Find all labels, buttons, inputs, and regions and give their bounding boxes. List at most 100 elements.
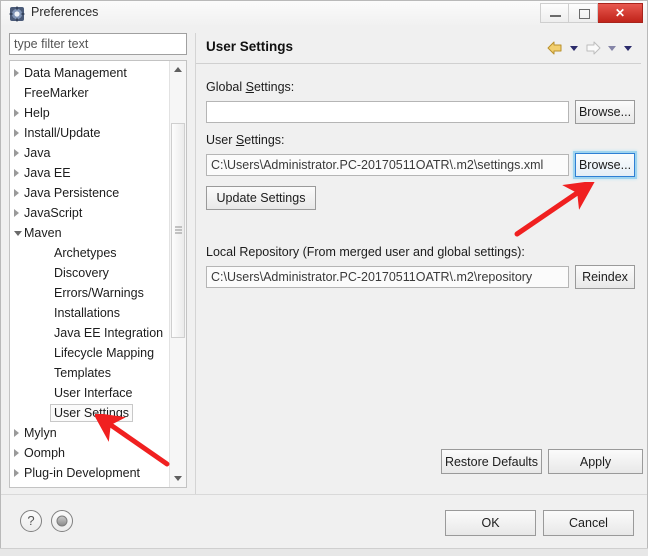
- user-settings-label: User Settings:: [206, 133, 285, 147]
- scroll-down-arrow-icon[interactable]: [170, 470, 186, 487]
- tree-collapsed-arrow-icon[interactable]: [14, 149, 19, 157]
- forward-arrow-icon: [583, 40, 603, 56]
- close-button[interactable]: ✕: [598, 3, 643, 23]
- title-bar: Preferences ✕: [1, 1, 647, 27]
- tree-item-label: Maven: [24, 226, 62, 240]
- tree-collapsed-arrow-icon[interactable]: [14, 189, 19, 197]
- preferences-gear-icon: [9, 6, 25, 22]
- tree-item-user-settings[interactable]: User Settings: [10, 403, 168, 423]
- tree-item-label: Java EE Integration: [54, 326, 164, 340]
- tree-item-help[interactable]: Help: [10, 103, 168, 123]
- preferences-dialog-screen: Preferences ✕ Data Management FreeMarker: [0, 0, 648, 556]
- local-repository-label: Local Repository (From merged user and g…: [206, 245, 525, 259]
- settings-panel: User Settings Global Settings: Browse...…: [195, 33, 643, 511]
- filter-input[interactable]: [9, 33, 187, 55]
- back-history-chevron-down-icon[interactable]: [567, 40, 581, 56]
- tree-item-label: Install/Update: [24, 126, 101, 140]
- panel-header: User Settings: [196, 33, 641, 64]
- global-settings-input[interactable]: [206, 101, 569, 123]
- tree-item-label: FreeMarker: [24, 86, 89, 100]
- tree-item-lifecycle-mapping[interactable]: Lifecycle Mapping: [10, 343, 168, 363]
- tree-item-label: Help: [24, 106, 50, 120]
- tree-collapsed-arrow-icon[interactable]: [14, 449, 19, 457]
- tree-item-label: Archetypes: [54, 246, 117, 260]
- tree-item-label: Discovery: [54, 266, 109, 280]
- tree-item-oomph[interactable]: Oomph: [10, 443, 168, 463]
- local-repository-input[interactable]: [206, 266, 569, 288]
- tree-item-templates[interactable]: Templates: [10, 363, 168, 383]
- global-settings-browse-button[interactable]: Browse...: [575, 100, 635, 124]
- maximize-button[interactable]: [569, 3, 598, 23]
- global-settings-label: Global Settings:: [206, 80, 295, 94]
- dialog-footer: ? OK Cancel: [1, 494, 647, 548]
- cancel-button[interactable]: Cancel: [543, 510, 634, 536]
- tree-item-plug-in-development[interactable]: Plug-in Development: [10, 463, 168, 483]
- vertical-scroll-thumb[interactable]: [171, 123, 185, 338]
- tree-item-archetypes[interactable]: Archetypes: [10, 243, 168, 263]
- tree-item-label: Oomph: [24, 446, 65, 460]
- tree-vertical-scrollbar[interactable]: [169, 61, 186, 487]
- tree-expanded-arrow-icon[interactable]: [14, 231, 22, 236]
- tree-item-maven[interactable]: Maven: [10, 223, 168, 243]
- tree-item-data-management[interactable]: Data Management: [10, 63, 168, 83]
- tree-item-install-update[interactable]: Install/Update: [10, 123, 168, 143]
- forward-history-chevron-down-icon[interactable]: [605, 40, 619, 56]
- tree-collapsed-arrow-icon[interactable]: [14, 69, 19, 77]
- tree-item-java-ee-integration[interactable]: Java EE Integration: [10, 323, 168, 343]
- help-icon[interactable]: ?: [20, 510, 42, 532]
- tree-item-label: User Settings: [49, 404, 134, 422]
- minimize-button[interactable]: [540, 3, 569, 23]
- tree-item-discovery[interactable]: Discovery: [10, 263, 168, 283]
- tree-item-javascript[interactable]: JavaScript: [10, 203, 168, 223]
- restore-defaults-button[interactable]: Restore Defaults: [441, 449, 542, 474]
- preferences-tree-pane: Data Management FreeMarker Help Install/Upd…: [9, 33, 187, 488]
- tree-item-label: Lifecycle Mapping: [54, 346, 155, 360]
- tree-collapsed-arrow-icon[interactable]: [14, 209, 19, 217]
- preferences-window: Preferences ✕ Data Management FreeMarker: [0, 0, 648, 548]
- tree-item-label: Installations: [54, 306, 121, 320]
- ok-button[interactable]: OK: [445, 510, 536, 536]
- dialog-body: Data Management FreeMarker Help Install/Upd…: [1, 27, 647, 521]
- scroll-grip-icon: [175, 226, 182, 235]
- tree-item-user-interface[interactable]: User Interface: [10, 383, 168, 403]
- tree-item-label: Java Persistence: [24, 186, 120, 200]
- tree-item-label: User Interface: [54, 386, 133, 400]
- taskbar-strip: [0, 548, 648, 556]
- apply-button[interactable]: Apply: [548, 449, 643, 474]
- tree-item-label: Plug-in Development: [24, 466, 141, 480]
- window-title: Preferences: [31, 5, 99, 19]
- panel-menu-chevron-down-icon[interactable]: [621, 40, 635, 56]
- tree-item-installations[interactable]: Installations: [10, 303, 168, 323]
- tree-item-label: Data Management: [24, 66, 127, 80]
- user-settings-browse-button[interactable]: Browse...: [575, 153, 635, 177]
- back-arrow-icon[interactable]: [545, 40, 565, 56]
- tree-collapsed-arrow-icon[interactable]: [14, 169, 19, 177]
- status-dot-icon[interactable]: [51, 510, 73, 532]
- tree-item-mylyn[interactable]: Mylyn: [10, 423, 168, 443]
- user-settings-input[interactable]: [206, 154, 569, 176]
- scroll-up-arrow-icon[interactable]: [170, 61, 186, 78]
- close-icon: ✕: [614, 6, 626, 20]
- preferences-tree[interactable]: Data Management FreeMarker Help Install/Upd…: [9, 60, 187, 488]
- tree-item-list: Data Management FreeMarker Help Install/Upd…: [10, 63, 168, 483]
- tree-item-java-ee[interactable]: Java EE: [10, 163, 168, 183]
- tree-item-label: Java: [24, 146, 51, 160]
- maximize-icon: [579, 9, 590, 19]
- tree-item-java-persistence[interactable]: Java Persistence: [10, 183, 168, 203]
- tree-item-label: Mylyn: [24, 426, 57, 440]
- reindex-button[interactable]: Reindex: [575, 265, 635, 289]
- tree-item-label: Java EE: [24, 166, 71, 180]
- tree-item-errors-warnings[interactable]: Errors/Warnings: [10, 283, 168, 303]
- minimize-icon: [550, 15, 561, 17]
- tree-collapsed-arrow-icon[interactable]: [14, 129, 19, 137]
- tree-item-java[interactable]: Java: [10, 143, 168, 163]
- tree-collapsed-arrow-icon[interactable]: [14, 109, 19, 117]
- tree-item-label: Templates: [54, 366, 111, 380]
- window-controls: ✕: [540, 3, 643, 23]
- tree-item-label: Errors/Warnings: [54, 286, 144, 300]
- tree-collapsed-arrow-icon[interactable]: [14, 469, 19, 477]
- tree-item-freemarker[interactable]: FreeMarker: [10, 83, 168, 103]
- panel-nav-toolbar: [545, 40, 635, 56]
- update-settings-button[interactable]: Update Settings: [206, 186, 316, 210]
- tree-collapsed-arrow-icon[interactable]: [14, 429, 19, 437]
